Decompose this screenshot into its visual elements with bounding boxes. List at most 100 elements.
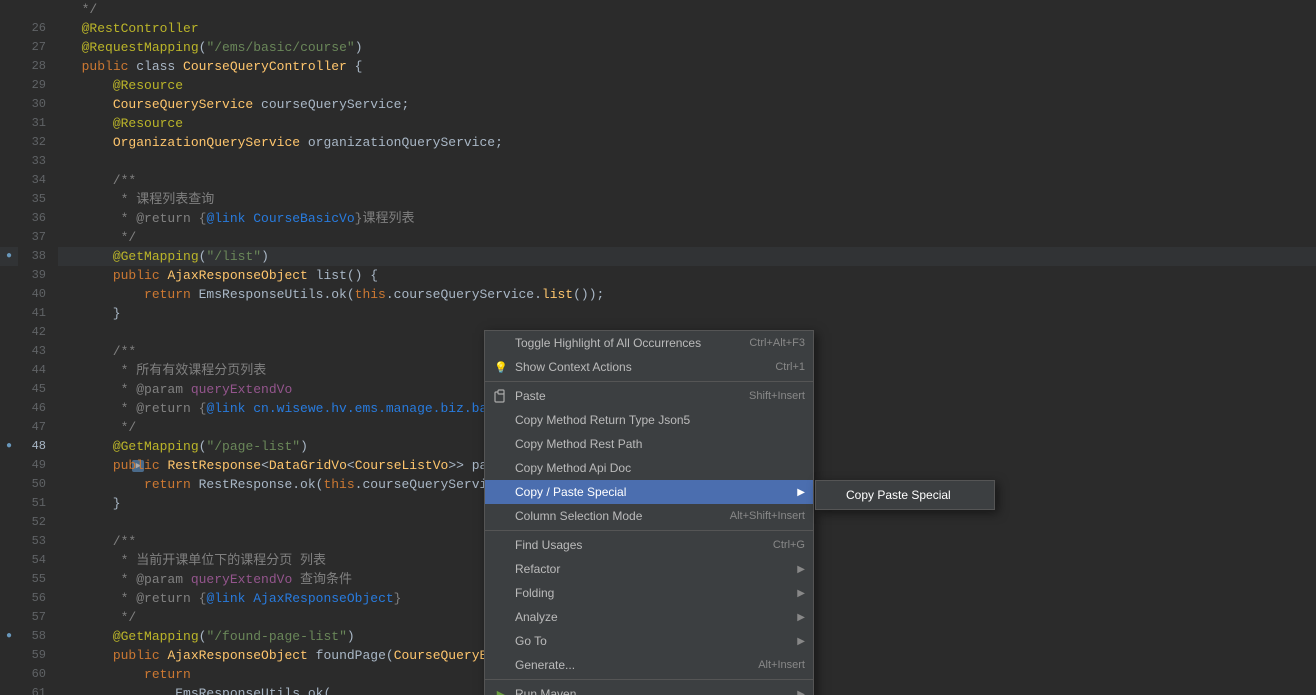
menu-item-label: Show Context Actions <box>515 360 632 374</box>
gutter-icon <box>0 361 18 380</box>
submenu-arrow-icon: ▶ <box>797 689 805 695</box>
menu-item-label: Column Selection Mode <box>515 509 642 523</box>
line-number: 28 <box>18 57 58 76</box>
gutter-icon <box>0 0 18 19</box>
gutter-icon <box>0 133 18 152</box>
menu-item-label: Run Maven <box>515 687 576 695</box>
run-icon: ▶ <box>493 686 509 695</box>
menu-item-shortcut: Ctrl+Alt+F3 <box>749 337 805 349</box>
menu-item-left: Analyze <box>493 609 558 625</box>
gutter-icon <box>0 38 18 57</box>
code-line: 35 * 课程列表查询 <box>0 190 1316 209</box>
code-line: 39 public AjaxResponseObject list() { <box>0 266 1316 285</box>
gutter-icon <box>0 418 18 437</box>
code-line: 37 */ <box>0 228 1316 247</box>
line-number: 34 <box>18 171 58 190</box>
menu-item-refactor[interactable]: Refactor ▶ <box>485 557 813 581</box>
menu-separator <box>485 381 813 382</box>
line-number: 53 <box>18 532 58 551</box>
menu-item-left: Paste <box>493 388 546 404</box>
line-number: 50 <box>18 475 58 494</box>
line-content <box>58 152 1316 171</box>
menu-item-shortcut: Ctrl+G <box>773 539 805 551</box>
menu-item-left: ▶ Run Maven <box>493 686 576 695</box>
line-content: */ <box>58 228 1316 247</box>
empty-icon <box>493 508 509 524</box>
empty-icon <box>493 609 509 625</box>
code-line: 41 } <box>0 304 1316 323</box>
gutter-icon <box>0 399 18 418</box>
menu-item-left: Refactor <box>493 561 560 577</box>
menu-item-analyze[interactable]: Analyze ▶ <box>485 605 813 629</box>
menu-item-shortcut: Shift+Insert <box>749 390 805 402</box>
gutter-icon <box>0 494 18 513</box>
empty-icon <box>493 657 509 673</box>
empty-icon <box>493 537 509 553</box>
menu-item-paste[interactable]: Paste Shift+Insert <box>485 384 813 408</box>
gutter-icon <box>0 228 18 247</box>
gutter-icon <box>0 665 18 684</box>
menu-item-left: Find Usages <box>493 537 582 553</box>
code-line: */ <box>0 0 1316 19</box>
empty-icon <box>493 585 509 601</box>
line-number: 29 <box>18 76 58 95</box>
code-line: 31 @Resource <box>0 114 1316 133</box>
gutter-icon <box>0 57 18 76</box>
gutter-icon <box>0 266 18 285</box>
gutter-icon <box>0 456 18 475</box>
gutter-icon <box>0 95 18 114</box>
line-number: 35 <box>18 190 58 209</box>
menu-item-column-selection[interactable]: Column Selection Mode Alt+Shift+Insert <box>485 504 813 528</box>
line-content: * @return {@link CourseBasicVo}课程列表 <box>58 209 1316 228</box>
gutter-icon <box>0 304 18 323</box>
gutter-icon <box>0 76 18 95</box>
menu-item-find-usages[interactable]: Find Usages Ctrl+G <box>485 533 813 557</box>
submenu-item-copy-paste-special[interactable]: Copy Paste Special <box>816 483 994 507</box>
menu-item-folding[interactable]: Folding ▶ <box>485 581 813 605</box>
line-content: } <box>58 304 1316 323</box>
line-content: OrganizationQueryService organizationQue… <box>58 133 1316 152</box>
menu-item-copy-method-return[interactable]: Copy Method Return Type Json5 <box>485 408 813 432</box>
menu-item-show-context-actions[interactable]: 💡 Show Context Actions Ctrl+1 <box>485 355 813 379</box>
code-line: 32 OrganizationQueryService organization… <box>0 133 1316 152</box>
line-content: @Resource <box>58 114 1316 133</box>
menu-item-toggle-highlight[interactable]: Toggle Highlight of All Occurrences Ctrl… <box>485 331 813 355</box>
menu-item-label: Copy Method Rest Path <box>515 437 642 451</box>
menu-item-label: Copy Paste Special <box>846 488 951 502</box>
menu-item-go-to[interactable]: Go To ▶ <box>485 629 813 653</box>
gutter-icon <box>0 570 18 589</box>
menu-item-copy-method-rest[interactable]: Copy Method Rest Path <box>485 432 813 456</box>
empty-icon <box>493 633 509 649</box>
line-number: 55 <box>18 570 58 589</box>
line-number: 42 <box>18 323 58 342</box>
bulb-icon: 💡 <box>493 359 509 375</box>
line-content: public AjaxResponseObject list() { <box>58 266 1316 285</box>
line-number: 43 <box>18 342 58 361</box>
code-editor: */ 26 @RestController 27 @RequestMapping… <box>0 0 1316 695</box>
menu-item-copy-method-api[interactable]: Copy Method Api Doc <box>485 456 813 480</box>
menu-separator <box>485 530 813 531</box>
menu-item-label: Refactor <box>515 562 560 576</box>
empty-icon <box>493 412 509 428</box>
gutter-icon <box>0 152 18 171</box>
line-content: @Resource <box>58 76 1316 95</box>
submenu-arrow-icon: ▶ <box>797 487 805 498</box>
copy-paste-submenu: Copy Paste Special <box>815 480 995 510</box>
gutter-icon <box>0 608 18 627</box>
line-number: 31 <box>18 114 58 133</box>
highlight-icon <box>493 335 509 351</box>
submenu-arrow-icon: ▶ <box>797 564 805 575</box>
menu-item-run-maven[interactable]: ▶ Run Maven ▶ <box>485 682 813 695</box>
line-content: * 课程列表查询 <box>58 190 1316 209</box>
line-number: 54 <box>18 551 58 570</box>
menu-item-generate[interactable]: Generate... Alt+Insert <box>485 653 813 677</box>
empty-icon <box>824 487 840 503</box>
menu-item-copy-paste-special[interactable]: Copy / Paste Special ▶ Copy Paste Specia… <box>485 480 813 504</box>
code-line: 34 /** <box>0 171 1316 190</box>
gutter-icon <box>0 684 18 695</box>
code-line: 28 public class CourseQueryController { <box>0 57 1316 76</box>
menu-item-label: Folding <box>515 586 554 600</box>
line-number: 32 <box>18 133 58 152</box>
line-number: 26 <box>18 19 58 38</box>
gutter-icon: ● <box>0 437 18 456</box>
